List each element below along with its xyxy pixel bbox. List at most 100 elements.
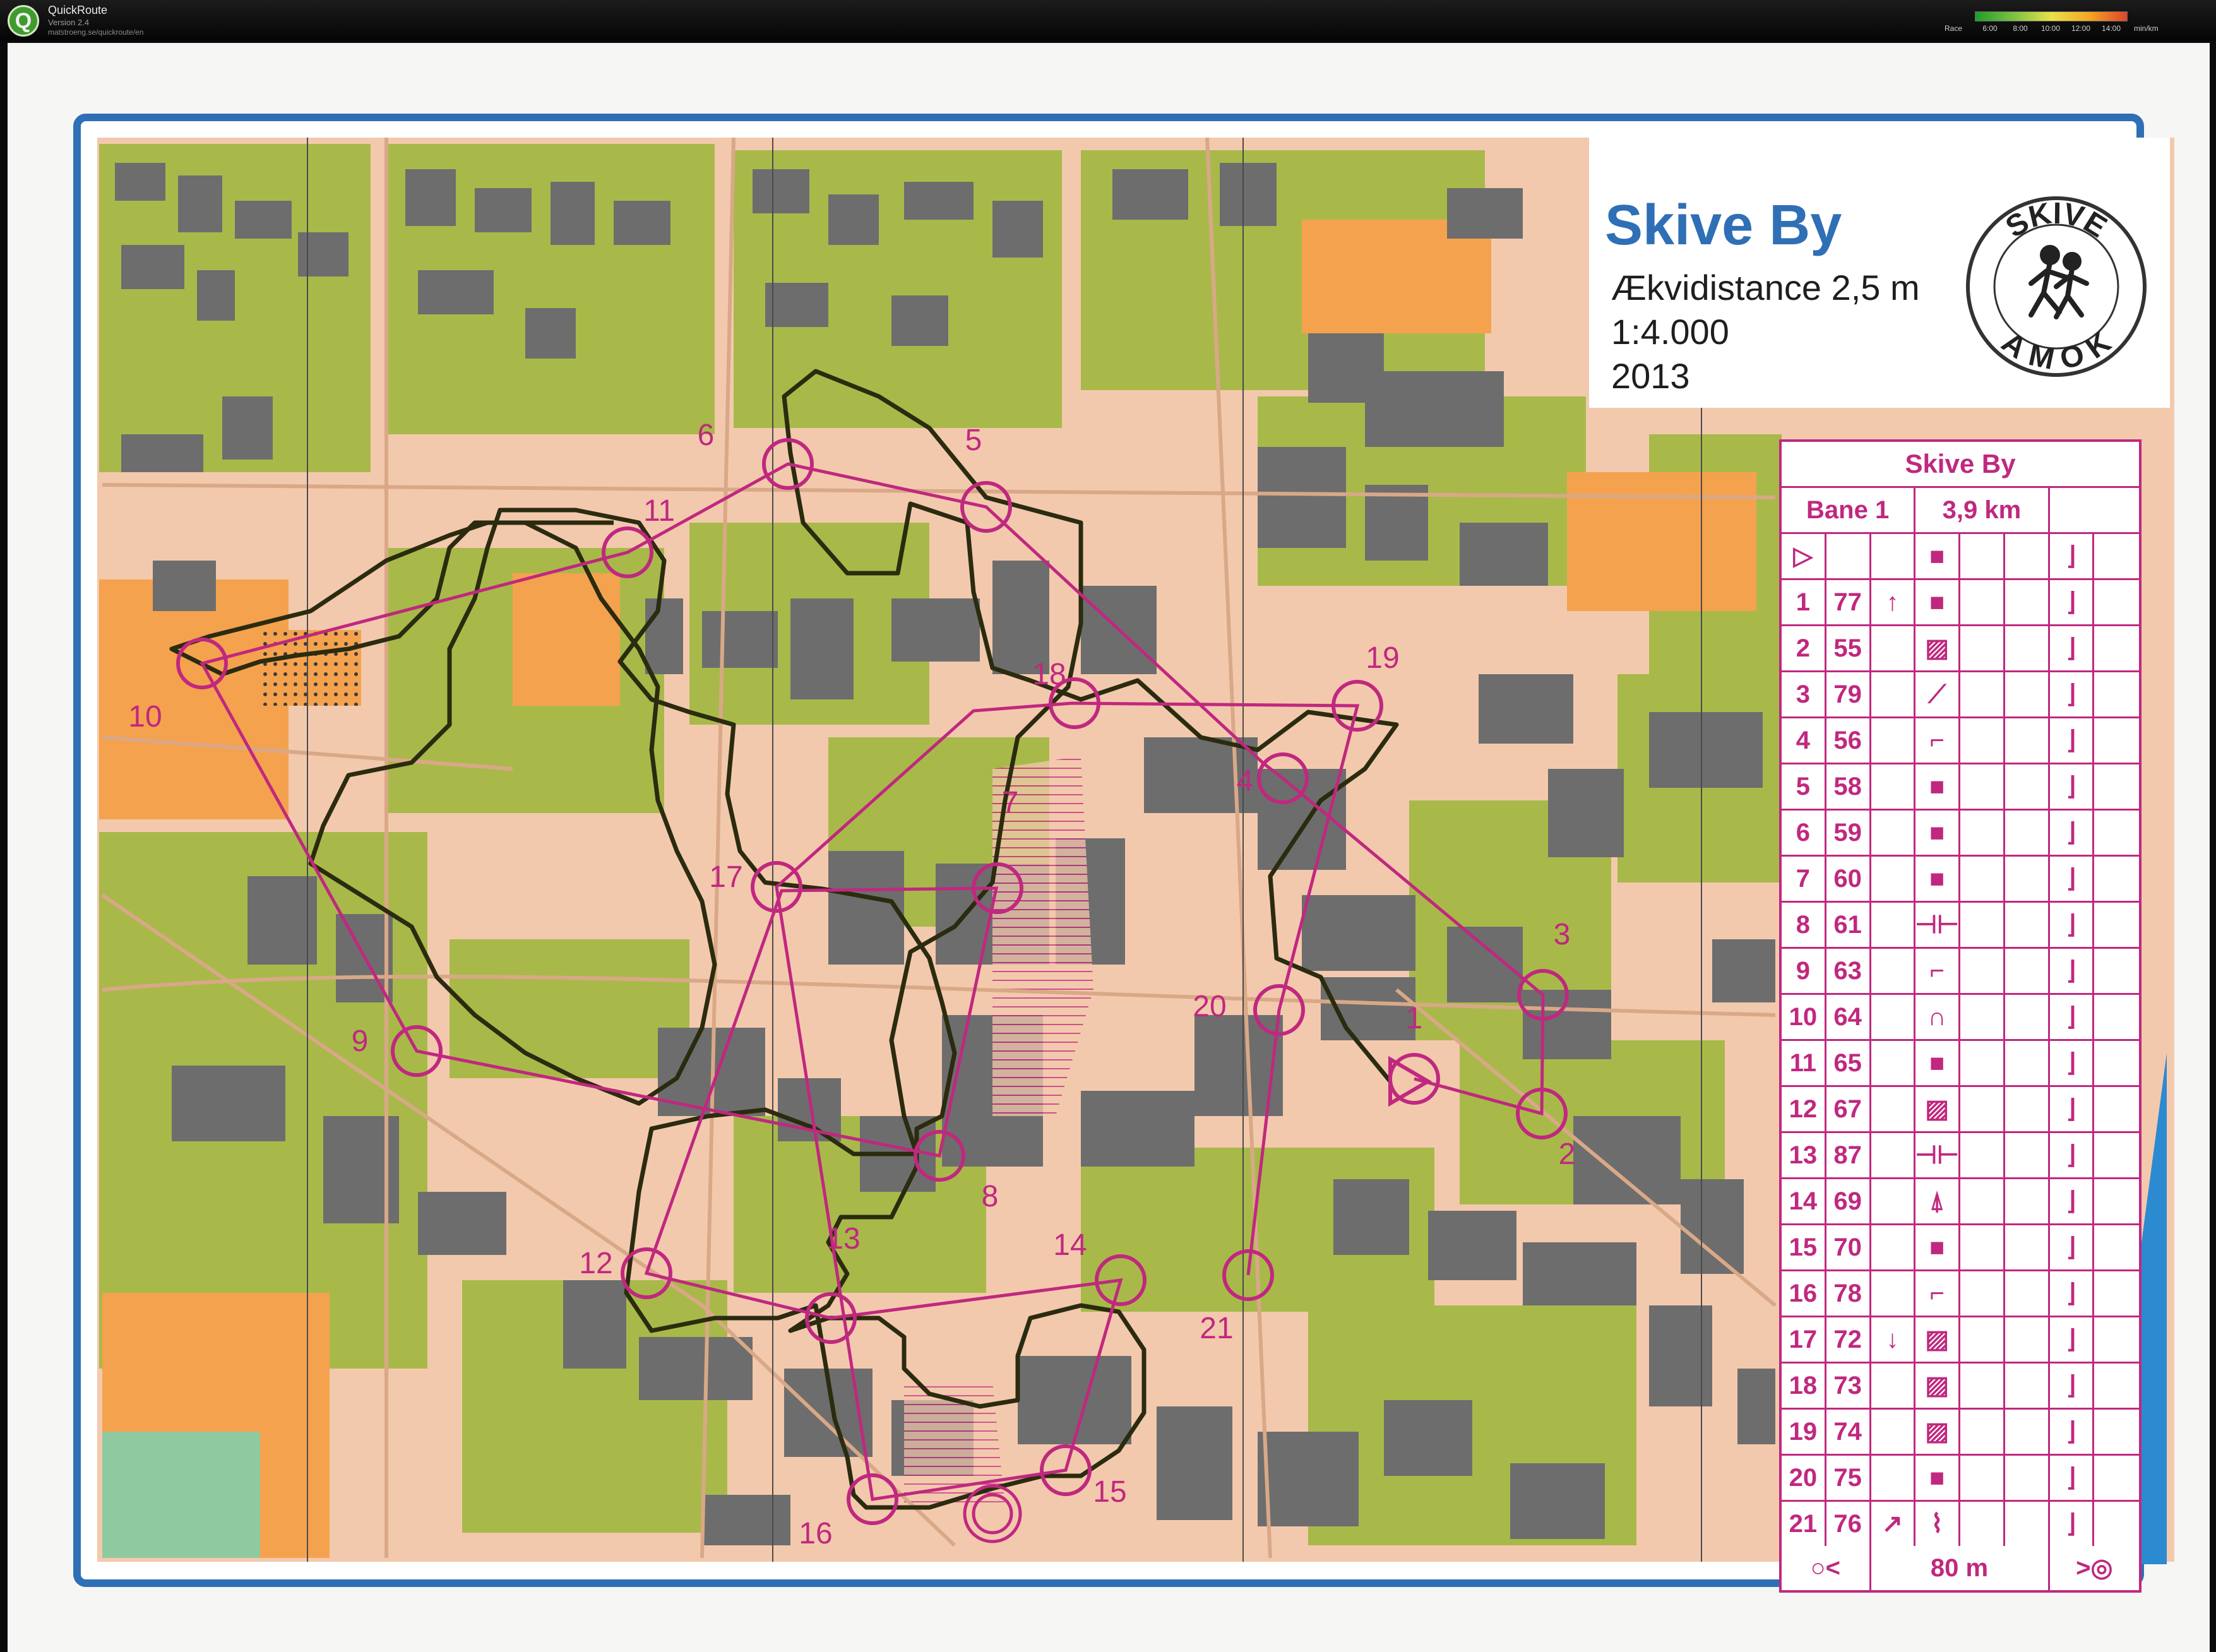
cd-control-number: 21 xyxy=(1782,1502,1826,1546)
control-number: 8 xyxy=(982,1180,999,1213)
cd-control-row: 17 72 ↓ ▨ ⌋ xyxy=(1782,1317,2139,1364)
cd-empty xyxy=(2005,857,2050,901)
fence-icon: ⌇ xyxy=(1915,1502,1960,1546)
cd-location-icon: ⌋ xyxy=(2050,1133,2095,1177)
cd-control-row: 15 70 ■ ⌋ xyxy=(1782,1225,2139,1271)
contour-interval: Ækvidistance 2,5 m xyxy=(1611,268,1920,307)
cd-empty xyxy=(1960,1410,2005,1454)
cd-control-row: 13 87 ⊣⊢ ⌋ xyxy=(1782,1133,2139,1179)
cd-empty xyxy=(1960,995,2005,1039)
knoll-icon: ∩ xyxy=(1915,995,1960,1039)
control-number: 16 xyxy=(799,1517,832,1550)
cd-direction xyxy=(1871,626,1916,670)
cd-empty xyxy=(1960,1317,2005,1362)
pace-legend-gradient xyxy=(1975,11,2128,21)
cd-control-code: 59 xyxy=(1826,811,1871,855)
cd-empty xyxy=(2094,903,2139,947)
cd-control-number: 12 xyxy=(1782,1087,1826,1131)
cd-control-code: 78 xyxy=(1826,1271,1871,1316)
cd-empty xyxy=(2005,1410,2050,1454)
cd-empty xyxy=(2094,1410,2139,1454)
cd-control-number: 13 xyxy=(1782,1133,1826,1177)
app-version: Version 2.4 xyxy=(48,18,90,27)
steps-icon: ⌐ xyxy=(1915,949,1960,993)
cd-direction xyxy=(1871,1410,1916,1454)
hatched-icon: ▨ xyxy=(1915,1364,1960,1408)
cd-control-code: 63 xyxy=(1826,949,1871,993)
cd-empty xyxy=(2094,1364,2139,1408)
cd-empty xyxy=(2094,626,2139,670)
pace-legend-tick: 10:00 xyxy=(2040,24,2061,33)
cd-control-number: 20 xyxy=(1782,1456,1826,1500)
cd-empty xyxy=(2005,1179,2050,1223)
cd-control-number: 3 xyxy=(1782,672,1826,716)
cd-control-number: 1 xyxy=(1782,580,1826,624)
square-icon: ■ xyxy=(1915,1456,1960,1500)
cd-empty xyxy=(1960,718,2005,763)
cd-empty xyxy=(2005,718,2050,763)
cd-title: Skive By xyxy=(1782,442,2139,488)
hatched-icon: ▨ xyxy=(1915,1317,1960,1362)
line-icon: ⟋ xyxy=(1915,672,1960,716)
cd-empty xyxy=(2094,1271,2139,1316)
cd-empty xyxy=(2094,672,2139,716)
cd-control-code: 61 xyxy=(1826,903,1871,947)
cd-direction xyxy=(1871,1041,1916,1085)
cd-control-number: 14 xyxy=(1782,1179,1826,1223)
cd-direction xyxy=(1871,995,1916,1039)
cd-control-number: 15 xyxy=(1782,1225,1826,1269)
map-title: Skive By xyxy=(1605,194,1842,257)
cd-control-code: 67 xyxy=(1826,1087,1871,1131)
control-number: 5 xyxy=(965,424,982,457)
cd-empty xyxy=(1960,672,2005,716)
cd-empty xyxy=(1960,626,2005,670)
cd-empty xyxy=(2094,1133,2139,1177)
cd-empty xyxy=(2005,903,2050,947)
cd-empty xyxy=(2005,1317,2050,1362)
cd-empty xyxy=(1960,580,2005,624)
cd-direction xyxy=(1871,672,1916,716)
map-sheet[interactable]: 1 2 3 4 5 6 7 8 9 10 11 12 13 14 15 16 17 18 19 20 21 Skive … xyxy=(8,43,2210,1652)
cd-empty xyxy=(2050,488,2140,532)
cd-control-code: 79 xyxy=(1826,672,1871,716)
cd-empty xyxy=(1960,1271,2005,1316)
cd-control-row: 11 65 ■ ⌋ xyxy=(1782,1041,2139,1087)
cd-location-icon: ⌋ xyxy=(2050,1271,2095,1316)
cd-control-code: 58 xyxy=(1826,764,1871,809)
cd-empty xyxy=(2094,1502,2139,1546)
monument-icon: ⍋ xyxy=(1915,1179,1960,1223)
cd-direction xyxy=(1871,1364,1916,1408)
cd-direction xyxy=(1871,903,1916,947)
cd-control-number: 11 xyxy=(1782,1041,1826,1085)
start-triangle-icon: ▷ xyxy=(1782,534,1826,578)
cd-control-number: 4 xyxy=(1782,718,1826,763)
cd-empty xyxy=(1960,1502,2005,1546)
cd-direction xyxy=(1871,764,1916,809)
cd-control-row: 1 77 ↑ ■ ⌋ xyxy=(1782,580,2139,626)
cd-direction: ↗ xyxy=(1871,1502,1916,1546)
cd-control-row: 9 63 ⌐ ⌋ xyxy=(1782,949,2139,995)
cd-empty xyxy=(1960,949,2005,993)
club-logo-icon: SKIVE AMOK xyxy=(1966,196,2147,377)
cd-control-rows: 1 77 ↑ ■ ⌋ 2 55 ▨ ⌋ 3 79 ⟋ ⌋ 4 56 ⌐ ⌋ 5 58 ■ ⌋ 6 59 ■ ⌋ 7 60 ■ ⌋ 8 61 ⊣… xyxy=(1782,580,2139,1546)
cd-location-icon: ⌋ xyxy=(2050,1041,2095,1085)
cd-direction xyxy=(1871,1271,1916,1316)
cd-empty xyxy=(1960,1179,2005,1223)
cd-direction xyxy=(1871,811,1916,855)
cd-empty xyxy=(2005,1456,2050,1500)
cd-control-row: 14 69 ⍋ ⌋ xyxy=(1782,1179,2139,1225)
cd-finish-row: ○< 80 m >◎ xyxy=(1782,1546,2139,1590)
title-bar: Q QuickRoute Version 2.4 matstroeng.se/q… xyxy=(0,0,2216,40)
pace-legend-tick: 6:00 xyxy=(1982,24,1998,33)
cd-empty xyxy=(2005,764,2050,809)
cd-empty xyxy=(2094,857,2139,901)
cd-control-row: 6 59 ■ ⌋ xyxy=(1782,811,2139,857)
cd-location-icon: ⌋ xyxy=(2050,1317,2095,1362)
cd-control-number: 17 xyxy=(1782,1317,1826,1362)
pace-legend-tick: 8:00 xyxy=(2013,24,2028,33)
cd-empty xyxy=(2005,534,2050,578)
square-icon: ■ xyxy=(1915,764,1960,809)
cd-location-icon: ⌋ xyxy=(2050,1410,2095,1454)
cd-empty xyxy=(2094,1087,2139,1131)
control-number: 13 xyxy=(826,1222,860,1256)
